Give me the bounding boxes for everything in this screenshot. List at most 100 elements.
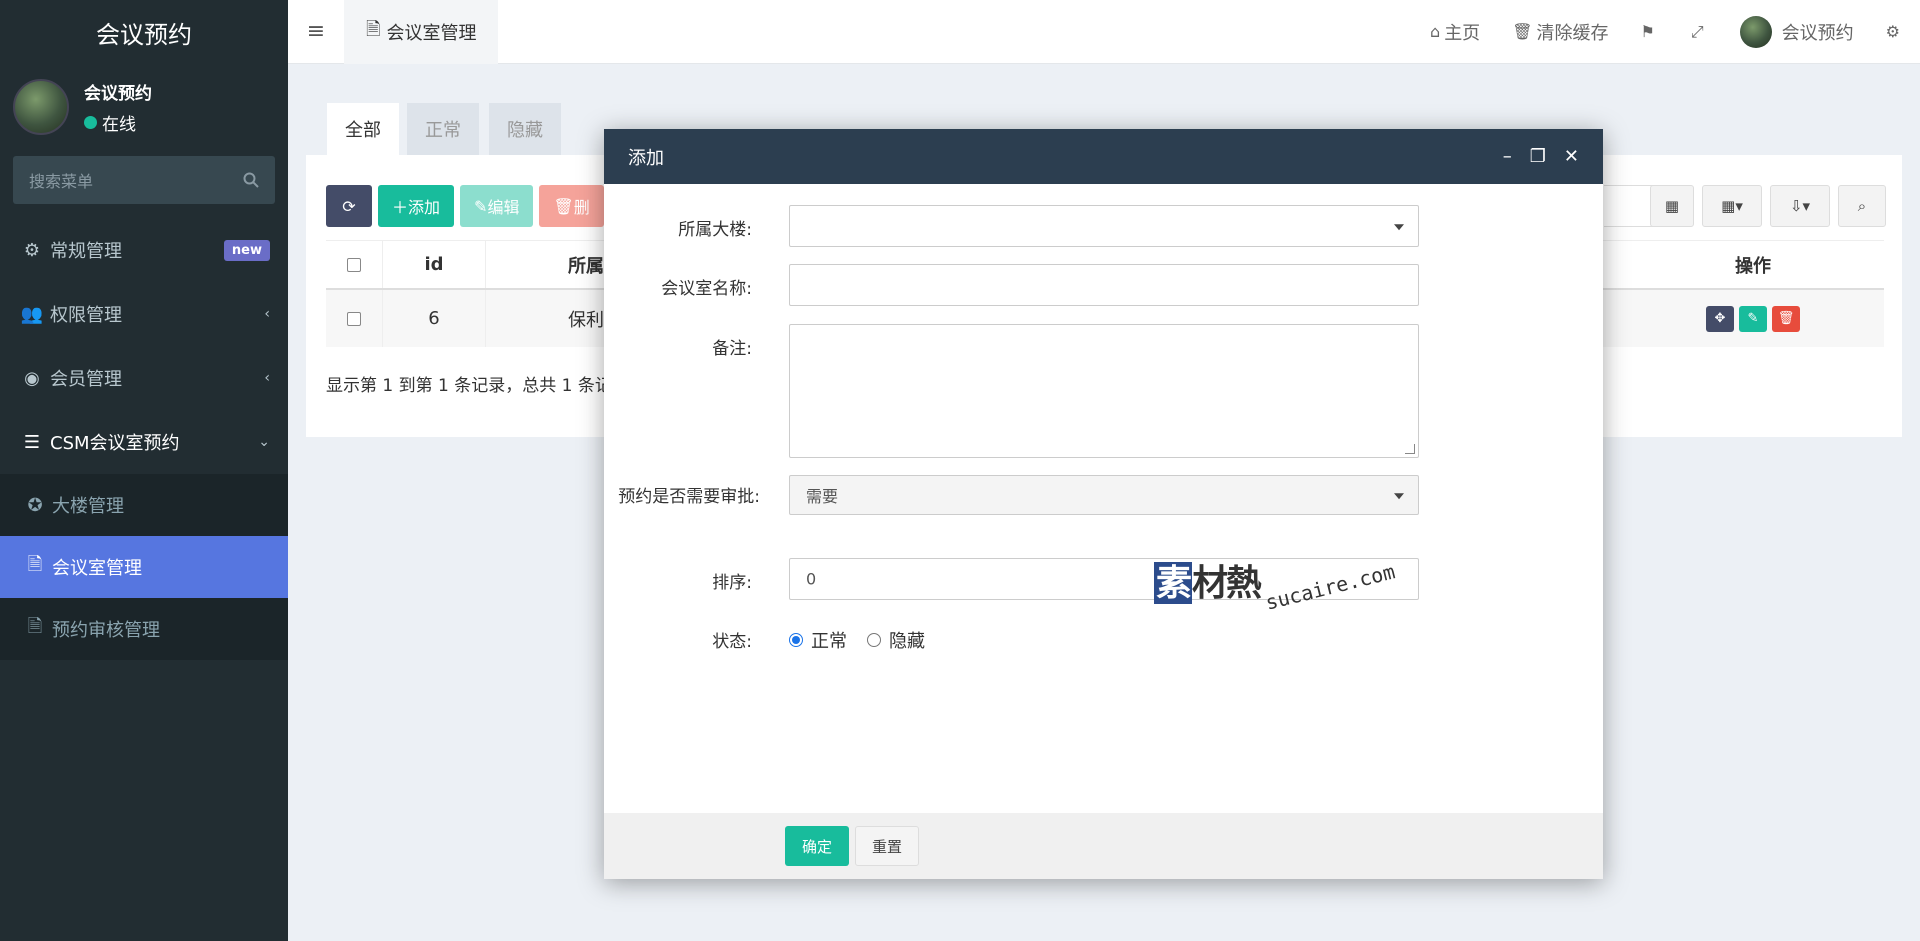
sidebar-item-label: 大楼管理	[52, 496, 124, 517]
edit-row-button[interactable]: ✎	[1739, 305, 1767, 332]
edit-button[interactable]: ✎ 编辑	[460, 185, 534, 227]
minimize-icon[interactable]: –	[1503, 146, 1512, 167]
status-text: 在线	[102, 115, 136, 135]
home-label: 主页	[1444, 22, 1481, 44]
home-link[interactable]: ⌂ 主页	[1414, 19, 1496, 45]
close-icon[interactable]: ✕	[1564, 146, 1579, 167]
delete-button[interactable]: 🗑 删	[539, 185, 604, 227]
caret-down-icon	[1394, 493, 1404, 500]
pencil-icon: ✎	[474, 196, 488, 216]
sidebar: 会议预约 会议预约 在线 搜索菜单 ⚙ 常规管理 new 👥 权限管理 ‹ ◉ …	[0, 0, 288, 941]
refresh-button[interactable]: ⟳	[326, 185, 372, 227]
maximize-icon[interactable]: ❐	[1530, 146, 1546, 167]
caret-down-icon	[1394, 224, 1404, 231]
users-icon: 👥	[20, 303, 44, 325]
approval-value: 需要	[806, 487, 839, 506]
trash-icon: 🗑	[1777, 311, 1795, 326]
watermark: 素材熱 sucaire.com	[1154, 554, 1397, 615]
status-label: 状态:	[712, 632, 752, 652]
sidebar-item-label: 预约审核管理	[52, 620, 160, 641]
remark-textarea[interactable]	[789, 324, 1419, 458]
toolbar: ⟳ ＋添加 ✎ 编辑 🗑 删	[326, 185, 604, 227]
cell-id: 6	[382, 290, 486, 347]
list-icon: ☰	[23, 431, 41, 453]
row-checkbox[interactable]	[347, 311, 361, 326]
circle-gear-icon: ✪	[27, 494, 43, 516]
submenu: ✪ 大楼管理 🗎 会议室管理 🗎 预约审核管理	[0, 474, 288, 660]
fullscreen-toggle[interactable]: ⤢	[1675, 22, 1724, 42]
logo[interactable]: 会议预约	[0, 0, 288, 64]
status-normal-label[interactable]: 正常	[811, 627, 847, 653]
search-icon: ⌕	[1857, 197, 1867, 215]
language-toggle[interactable]: ⚑	[1625, 22, 1675, 41]
pencil-icon: ✎	[1747, 311, 1759, 326]
gear-icon: ⚙	[1885, 22, 1900, 41]
user-panel: 会议预约 在线	[0, 64, 288, 150]
sidebar-item-approval[interactable]: 🗎 预约审核管理	[0, 598, 288, 660]
file-icon: 🗎	[27, 554, 43, 575]
status-hidden-radio[interactable]	[867, 633, 881, 647]
sort-label: 排序:	[712, 573, 752, 593]
user-name: 会议预约	[84, 84, 152, 104]
columns-button[interactable]: ▦▾	[1702, 185, 1762, 227]
status-hidden-label[interactable]: 隐藏	[889, 627, 925, 653]
sidebar-item-label: CSM会议室预约	[50, 433, 180, 454]
pagination-info: 显示第 1 到第 1 条记录，总共 1 条记	[326, 376, 612, 396]
sidebar-item-label: 会议室管理	[52, 558, 142, 579]
tab-normal[interactable]: 正常	[407, 103, 479, 155]
remark-label: 备注:	[712, 339, 752, 359]
tab-all[interactable]: 全部	[327, 103, 399, 155]
user-status: 在线	[84, 110, 152, 135]
sidebar-item-label: 权限管理	[50, 305, 122, 326]
sidebar-item-permission[interactable]: 👥 权限管理 ‹	[0, 282, 288, 346]
move-button[interactable]: ✥	[1706, 305, 1734, 332]
export-button[interactable]: ⇩▾	[1770, 185, 1830, 227]
online-dot-icon	[84, 116, 97, 129]
settings-toggle[interactable]: ⚙	[1870, 22, 1920, 41]
sidebar-item-rooms[interactable]: 🗎 会议室管理	[0, 536, 288, 598]
header: ≡ 🗎 会议室管理 ⌂ 主页 🗑 清除缓存 ⚑ ⤢ 会议预约 ⚙	[288, 0, 1920, 64]
tab-label: 会议室管理	[386, 22, 477, 44]
status-normal-radio[interactable]	[789, 633, 803, 647]
watermark-logo: 素材熱	[1154, 562, 1262, 604]
select-all-checkbox[interactable]	[347, 257, 361, 272]
dialog-title: 添加	[628, 147, 664, 169]
approval-select[interactable]: 需要	[789, 475, 1419, 515]
avatar	[1739, 15, 1772, 48]
add-button[interactable]: ＋添加	[378, 185, 455, 227]
chevron-left-icon: ‹	[264, 370, 270, 386]
home-icon: ⌂	[1430, 22, 1441, 41]
refresh-icon: ⟳	[342, 196, 356, 216]
building-label: 所属大楼:	[678, 220, 752, 240]
tab-hidden[interactable]: 隐藏	[489, 103, 561, 155]
trash-icon: 🗑	[1512, 22, 1533, 41]
delete-row-button[interactable]: 🗑	[1772, 305, 1800, 332]
sidebar-item-csm[interactable]: ☰ CSM会议室预约 ⌄	[0, 410, 288, 474]
sidebar-item-members[interactable]: ◉ 会员管理 ‹	[0, 346, 288, 410]
tab-rooms[interactable]: 🗎 会议室管理	[344, 0, 499, 64]
resize-handle[interactable]	[1405, 444, 1415, 454]
sidebar-item-building[interactable]: ✪ 大楼管理	[0, 474, 288, 536]
sort-value: 0	[806, 569, 817, 589]
user-circle-icon: ◉	[24, 367, 40, 389]
clear-cache-link[interactable]: 🗑 清除缓存	[1496, 19, 1624, 45]
col-id[interactable]: id	[382, 241, 486, 288]
toggle-view-button[interactable]: ▦	[1650, 185, 1694, 227]
approval-label: 预约是否需要审批:	[618, 487, 760, 507]
hamburger-icon[interactable]: ≡	[288, 0, 344, 64]
status-radio-group: 正常 隐藏	[789, 627, 925, 653]
plus-icon: ＋	[392, 198, 409, 217]
reset-button[interactable]: 重置	[855, 826, 919, 866]
menu-search-input[interactable]: 搜索菜单	[13, 156, 275, 204]
user-menu[interactable]: 会议预约	[1724, 15, 1870, 48]
menu-search-placeholder: 搜索菜单	[29, 172, 94, 191]
sidebar-item-label: 常规管理	[50, 241, 122, 262]
confirm-button[interactable]: 确定	[785, 826, 849, 866]
dialog-footer: 确定 重置	[604, 813, 1603, 879]
building-select[interactable]	[789, 205, 1419, 247]
search-button[interactable]: ⌕	[1838, 185, 1886, 227]
sidebar-item-general[interactable]: ⚙ 常规管理 new	[0, 218, 288, 282]
delete-label: 删	[573, 198, 590, 217]
room-name-input[interactable]	[789, 264, 1419, 306]
sidebar-item-label: 会员管理	[50, 369, 122, 390]
